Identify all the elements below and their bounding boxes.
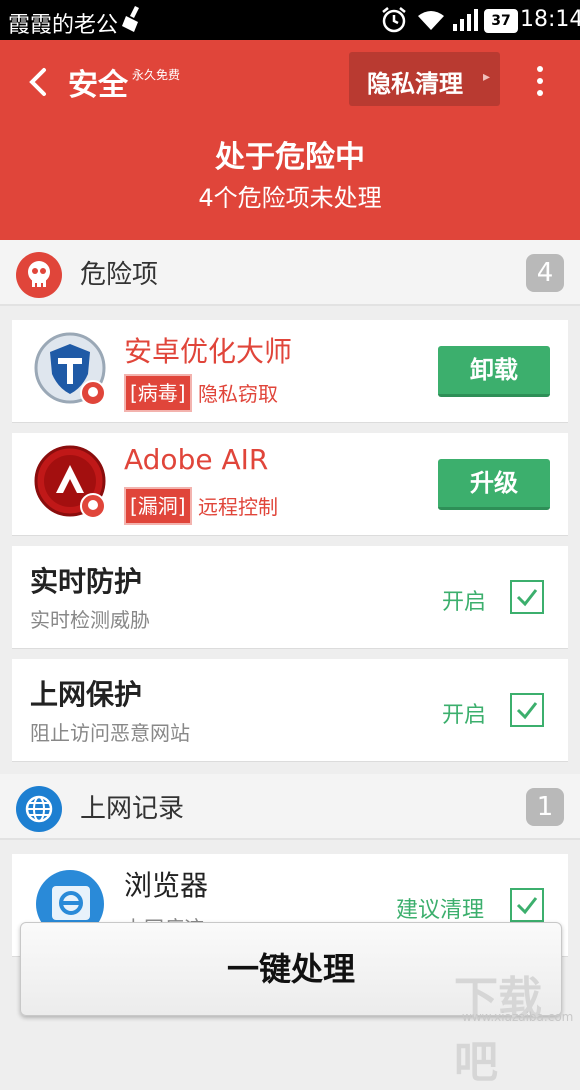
battery-icon: 37 — [484, 9, 518, 33]
checkmark-icon — [516, 897, 538, 915]
count-badge: 1 — [526, 788, 564, 826]
item-title: 浏览器 — [124, 869, 209, 902]
pending-count-text: 4个危险项未处理 — [198, 184, 382, 212]
enable-checkbox[interactable] — [510, 693, 544, 727]
skull-icon — [16, 252, 62, 298]
item-title: 实时防护 — [30, 565, 143, 598]
globe-icon — [16, 786, 62, 832]
threat-description: 隐私窃取 — [198, 382, 278, 406]
threat-tag: [病毒] — [124, 374, 192, 412]
checkmark-icon — [516, 589, 538, 607]
status-bar: 霞霞的老公 37 18:14 — [0, 0, 580, 40]
section-danger: 危险项 4 — [0, 240, 580, 306]
item-description: 阻止访问恶意网站 — [30, 721, 190, 745]
page-title: 安全 — [68, 68, 128, 103]
privacy-clean-button[interactable]: 隐私清理 ▸ — [349, 52, 500, 106]
chevron-right-icon: ▸ — [483, 69, 491, 85]
wifi-icon — [418, 11, 444, 30]
privacy-clean-label: 隐私清理 — [367, 70, 463, 98]
item-title: 上网保护 — [30, 678, 143, 711]
alarm-icon — [382, 7, 406, 33]
more-menu-button[interactable] — [530, 62, 550, 102]
page-subtitle: 永久免费 — [132, 68, 181, 82]
item-state: 建议清理 — [396, 898, 485, 923]
checkmark-icon — [516, 702, 538, 720]
shield-app-icon — [34, 332, 106, 406]
carrier-name: 霞霞的老公 — [8, 13, 119, 38]
back-button[interactable] — [20, 62, 60, 102]
app-name: 安卓优化大师 — [124, 335, 293, 368]
security-status: 处于危险中 — [215, 140, 365, 175]
adobe-air-icon — [34, 445, 106, 519]
app-name: Adobe AIR — [124, 443, 269, 476]
watermark-url: www.xiazaiba.com — [462, 1010, 574, 1024]
web-protection-item[interactable]: 上网保护 阻止访问恶意网站 开启 — [12, 659, 568, 762]
threat-description: 远程控制 — [198, 495, 278, 519]
uninstall-button[interactable]: 卸载 — [438, 346, 550, 397]
section-title: 上网记录 — [80, 794, 185, 824]
realtime-protection-item[interactable]: 实时防护 实时检测威胁 开启 — [12, 546, 568, 649]
upgrade-button[interactable]: 升级 — [438, 459, 550, 510]
enable-checkbox[interactable] — [510, 580, 544, 614]
watermark-logo: 下载吧 www.xiazaiba.com — [444, 962, 574, 1088]
danger-app-item[interactable]: 安卓优化大师 [病毒] 隐私窃取 卸载 — [12, 320, 568, 423]
header: 安全 永久免费 隐私清理 ▸ 处于危险中 4个危险项未处理 — [0, 40, 580, 240]
clean-checkbox[interactable] — [510, 888, 544, 922]
count-badge: 4 — [526, 254, 564, 292]
clock: 18:14 — [520, 7, 580, 32]
item-description: 实时检测威胁 — [30, 608, 150, 632]
watermark-text: 下载吧 — [454, 973, 542, 1088]
danger-app-item[interactable]: Adobe AIR [漏洞] 远程控制 升级 — [12, 433, 568, 536]
broom-icon — [122, 6, 139, 32]
threat-tag: [漏洞] — [124, 487, 192, 525]
signal-icon — [453, 9, 478, 31]
section-web-records: 上网记录 1 — [0, 774, 580, 840]
item-state: 开启 — [442, 703, 487, 728]
section-title: 危险项 — [80, 260, 159, 290]
item-state: 开启 — [442, 590, 487, 615]
